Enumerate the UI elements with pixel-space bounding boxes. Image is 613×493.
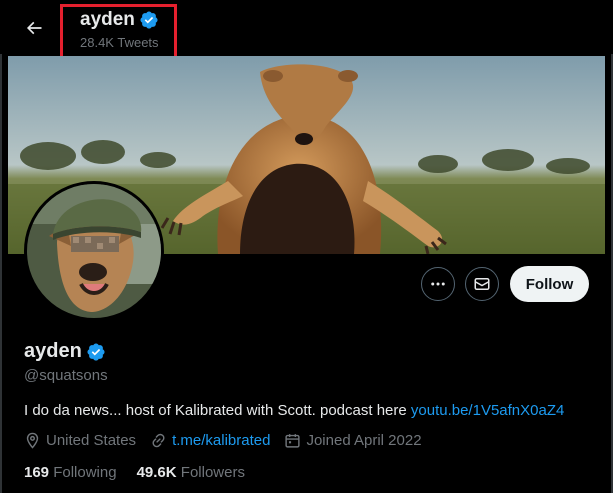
joined-item: Joined April 2022	[284, 432, 422, 449]
follow-stats-row: 169 Following 49.6K Followers	[24, 464, 265, 481]
verified-badge-icon[interactable]	[86, 342, 106, 362]
profile-name-row: ayden	[24, 340, 106, 363]
avatar-photo-dog	[27, 184, 161, 318]
website-item[interactable]: t.me/kalibrated	[150, 432, 270, 449]
calendar-icon	[285, 434, 301, 448]
follow-button[interactable]: Follow	[510, 266, 589, 302]
bio-text: I do da news... host of Kalibrated with …	[24, 402, 411, 419]
more-options-button[interactable]	[421, 267, 455, 301]
back-button[interactable]	[20, 14, 48, 42]
profile-bio: I do da news... host of Kalibrated with …	[24, 402, 564, 419]
followers-stat[interactable]: 49.6K Followers	[137, 464, 245, 481]
website-link[interactable]: t.me/kalibrated	[172, 432, 270, 449]
bio-link[interactable]: youtu.be/1V5afnX0aZ4	[411, 402, 564, 419]
joined-text: Joined April 2022	[306, 432, 422, 449]
following-count: 169	[24, 464, 50, 481]
more-icon	[431, 282, 445, 286]
followers-count: 49.6K	[136, 464, 177, 481]
profile-avatar[interactable]	[24, 181, 164, 321]
followers-label: Followers	[180, 464, 245, 481]
annotation-highlight-box	[60, 4, 177, 59]
profile-display-name: ayden	[24, 340, 82, 362]
location-pin-icon	[26, 432, 39, 449]
arrow-left-icon	[26, 21, 42, 35]
profile-header: ayden 28.4K Tweets	[0, 0, 613, 59]
envelope-icon	[474, 278, 490, 290]
profile-handle: @squatsons	[24, 367, 108, 384]
message-button[interactable]	[465, 267, 499, 301]
link-icon	[152, 433, 165, 448]
location-text: United States	[46, 432, 137, 449]
profile-meta-row: United States t.me/kalibrated Joined Apr…	[24, 432, 436, 449]
following-label: Following	[53, 464, 117, 481]
location-item: United States	[24, 432, 136, 449]
following-stat[interactable]: 169 Following	[24, 464, 117, 481]
